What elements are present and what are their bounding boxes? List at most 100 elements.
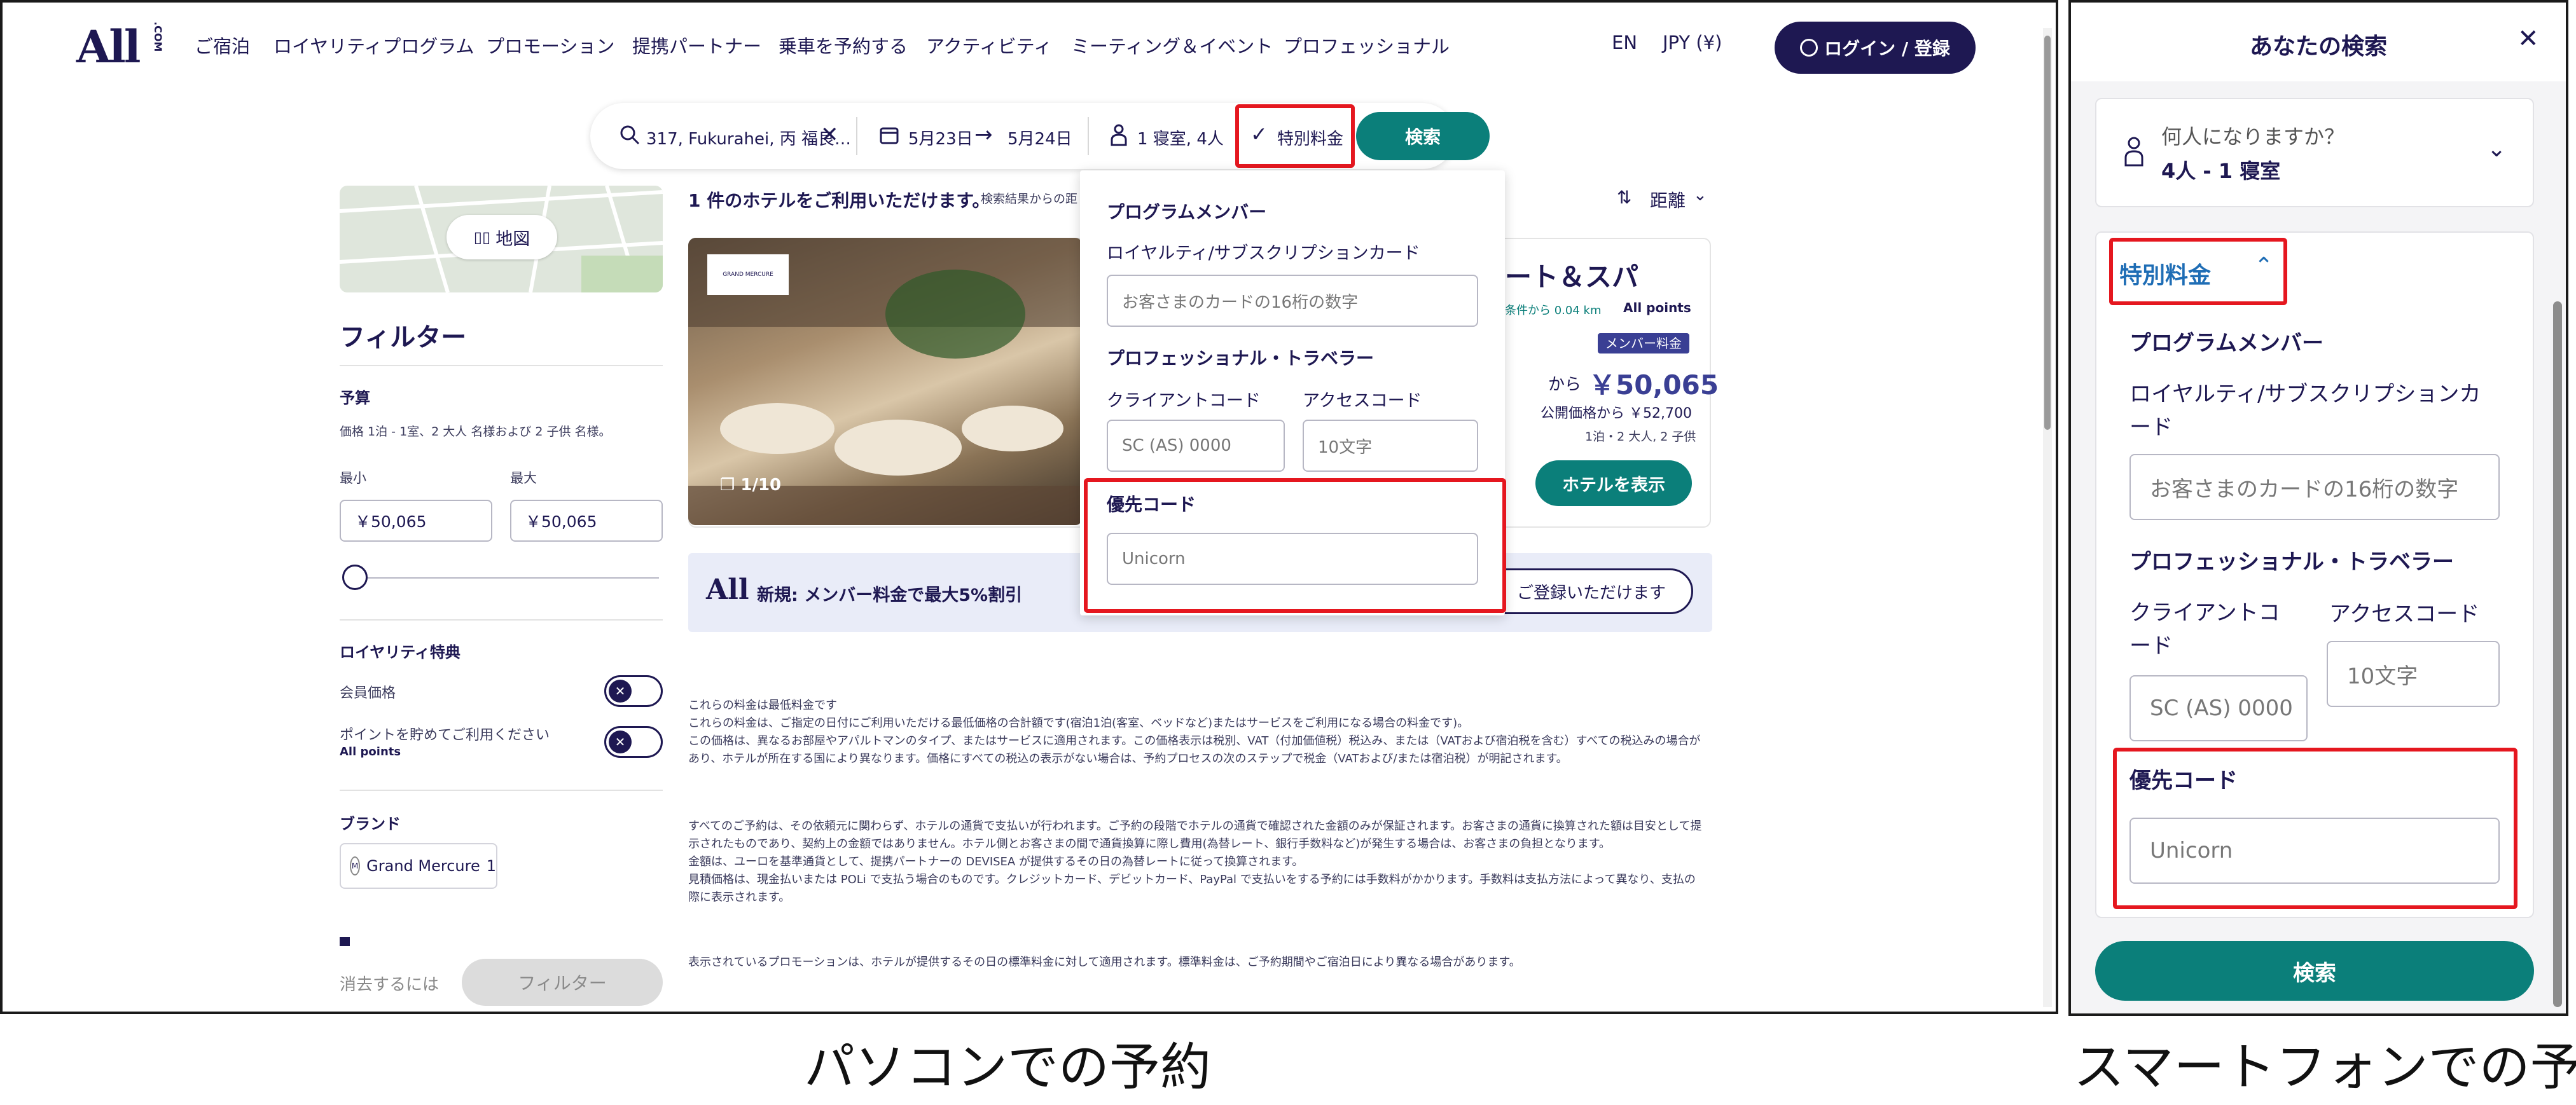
divider xyxy=(340,790,663,791)
nav-book-ride[interactable]: 乗車を予約する xyxy=(779,32,908,58)
min-price-field[interactable]: ￥50,065 xyxy=(340,500,492,542)
results-sort-note: 検索結果からの距 xyxy=(981,192,1078,206)
photo-counter-text: 1/10 xyxy=(740,476,782,495)
currency-selector[interactable]: JPY (¥) xyxy=(1663,32,1722,53)
map-icon: ▯▯ xyxy=(473,228,491,246)
nav-activities[interactable]: アクティビティ xyxy=(926,32,1052,58)
mobile-search-panel: あなたの検索 ✕ 何人になりますか？ 4人 - 1 寝室 ⌄ 特別料金 ⌃ プロ… xyxy=(2068,0,2568,1016)
results-count: 1 件のホテルをご利用いただけます。 xyxy=(688,190,990,211)
brand-name: Grand Mercure xyxy=(366,857,480,875)
client-code-input[interactable]: SC (AS) 0000 xyxy=(2129,675,2308,741)
earn-points-toggle[interactable]: ✕ xyxy=(604,726,663,758)
login-register-button[interactable]: ログイン / 登録 xyxy=(1775,22,1976,74)
guests-selector[interactable]: 1 寝室, 4人 xyxy=(1137,126,1224,149)
public-price: 公開価格から ￥52,700 xyxy=(1541,406,1692,422)
photo-counter[interactable]: ❐ 1/10 xyxy=(720,476,781,495)
partial-filter-icon xyxy=(340,937,350,946)
nav-loyalty-program[interactable]: ロイヤリティプログラム xyxy=(274,32,474,58)
priority-code-input[interactable]: Unicorn xyxy=(1107,533,1478,585)
access-code-label: アクセスコード xyxy=(2329,601,2480,627)
loyalty-card-label: ロイヤルティ/サブスクリプションカード xyxy=(1107,244,1420,263)
loyalty-card-label: ロイヤルティ/サブスクリプションカード xyxy=(2129,381,2481,440)
client-code-input[interactable]: SC (AS) 0000 xyxy=(1107,420,1285,472)
grand-mercure-logo: GRAND MERCURE xyxy=(707,254,789,295)
mobile-search-button[interactable]: 検索 xyxy=(2095,941,2534,1001)
photo-stack-icon: ❐ xyxy=(720,476,741,495)
disclaimer-line: これらの料金は最低料金です xyxy=(688,699,837,712)
accor-all-logo[interactable]: All xyxy=(76,20,141,73)
guests-question: 何人になりますか？ xyxy=(2161,125,2345,149)
promo-text: 新規: メンバー料金で最大5%割引 xyxy=(757,586,1023,605)
loyalty-card-input[interactable]: お客さまのカードの16桁の数字 xyxy=(1107,275,1478,327)
sort-dropdown[interactable]: 距離 xyxy=(1650,187,1686,212)
mobile-title: あなたの検索 xyxy=(2249,34,2387,60)
view-hotel-button[interactable]: ホテルを表示 xyxy=(1535,460,1692,506)
price-slider-handle[interactable] xyxy=(342,565,368,590)
disclaimer-line: これらの料金は、ご指定の日付にご利用いただける最低価格の合計額です(宿泊1泊(客… xyxy=(688,717,1469,730)
member-price: ￥50,065 xyxy=(1589,369,1719,401)
disclaimer-line: この価格は、異なるお部屋やアパルトマンのタイプ、またはサービスに適用されます。こ… xyxy=(688,734,1701,765)
mobile-scrollbar-thumb[interactable] xyxy=(2553,301,2562,1007)
client-code-label: クライアントコード xyxy=(1107,391,1261,411)
disclaimer-block-1: これらの料金は最低料金です これらの料金は、ご指定の日付にご利用いただける最低価… xyxy=(688,697,1706,768)
desktop-caption: パソコンでの予約 xyxy=(804,1038,1211,1097)
person-icon xyxy=(1111,124,1127,146)
price-slider-track[interactable] xyxy=(351,577,659,579)
hotel-name[interactable]: ート＆スパ xyxy=(1505,256,1638,294)
earn-points-label: ポイントを貯めてご利用ください xyxy=(340,727,550,743)
nav-professional[interactable]: プロフェッショナル xyxy=(1284,32,1450,58)
client-code-label: クライアントコード xyxy=(2129,600,2280,659)
close-icon: ✕ xyxy=(609,731,632,753)
checkmark-icon: ✓ xyxy=(1250,122,1268,146)
access-code-label: アクセスコード xyxy=(1303,391,1422,411)
brand-title: ブランド xyxy=(340,815,401,833)
hotel-all-points: All points xyxy=(1623,300,1691,315)
clear-destination-icon[interactable]: ✕ xyxy=(821,122,839,148)
clear-filters-link[interactable]: 消去するには xyxy=(340,971,439,995)
pro-traveler-heading: プロフェッショナル・トラベラー xyxy=(2129,549,2454,575)
map-button-label: 地図 xyxy=(495,229,530,249)
access-code-input[interactable]: 10文字 xyxy=(2327,641,2500,707)
page-scrollbar-thumb[interactable] xyxy=(2044,36,2051,430)
stay-note: 1泊・2 大人, 2 子供 xyxy=(1585,430,1696,444)
nav-partners[interactable]: 提携パートナー xyxy=(632,32,761,58)
hotel-distance: 条件から 0.04 km xyxy=(1505,304,1602,317)
nav-stays[interactable]: ご宿泊 xyxy=(195,32,250,58)
max-price-field[interactable]: ￥50,065 xyxy=(510,500,663,542)
checkin-date[interactable]: 5月23日 xyxy=(908,126,973,149)
language-selector[interactable]: EN xyxy=(1612,32,1637,53)
map-button[interactable]: ▯▯ 地図 xyxy=(447,215,557,259)
calendar-icon xyxy=(880,127,899,144)
special-rate-toggle[interactable]: 特別料金 xyxy=(2119,257,2211,290)
special-rate-toggle[interactable]: 特別料金 xyxy=(1277,126,1343,149)
loyalty-title: ロイヤリティ特典 xyxy=(340,643,460,661)
divider xyxy=(340,365,663,366)
disclaimer-promotions: 表示されているプロモーションは、ホテルが提供するその日の標準料金に対して適用され… xyxy=(688,956,1521,969)
nav-meetings-events[interactable]: ミーティング＆イベント xyxy=(1071,32,1273,58)
search-button[interactable]: 検索 xyxy=(1356,112,1490,160)
disclaimer-block-2: すべてのご予約は、その依頼元に関わらず、ホテルの通貨で支払いが行われます。ご予約… xyxy=(688,818,1706,907)
mobile-caption: スマートフォンでの予約 xyxy=(2074,1038,2576,1097)
close-icon: ✕ xyxy=(609,680,632,703)
guests-card[interactable] xyxy=(2095,98,2534,207)
member-price-toggle[interactable]: ✕ xyxy=(604,675,663,707)
program-member-heading: プログラムメンバー xyxy=(2129,331,2323,356)
search-icon xyxy=(620,125,640,145)
priority-code-label: 優先コード xyxy=(2129,768,2238,793)
user-circle-icon xyxy=(1800,39,1818,57)
access-code-input[interactable]: 10文字 xyxy=(1303,420,1478,472)
nav-promotions[interactable]: プロモーション xyxy=(486,32,614,58)
sort-arrows-icon: ⇅ xyxy=(1617,187,1632,208)
brand-logo-icon: M xyxy=(350,856,361,875)
brand-filter-grand-mercure[interactable]: M Grand Mercure 1 xyxy=(340,843,497,889)
arrow-right-icon: → xyxy=(974,122,993,148)
close-icon[interactable]: ✕ xyxy=(2517,24,2539,53)
chevron-down-icon[interactable]: ⌄ xyxy=(2487,136,2506,162)
checkout-date[interactable]: 5月24日 xyxy=(1008,126,1072,149)
loyalty-card-input[interactable]: お客さまのカードの16桁の数字 xyxy=(2129,454,2500,520)
price-prefix: から xyxy=(1548,375,1582,394)
priority-code-input[interactable]: Unicorn xyxy=(2129,818,2500,884)
apply-filter-button[interactable]: フィルター xyxy=(462,959,663,1006)
max-label: 最大 xyxy=(510,470,537,486)
brand-count: 1 xyxy=(486,857,496,875)
